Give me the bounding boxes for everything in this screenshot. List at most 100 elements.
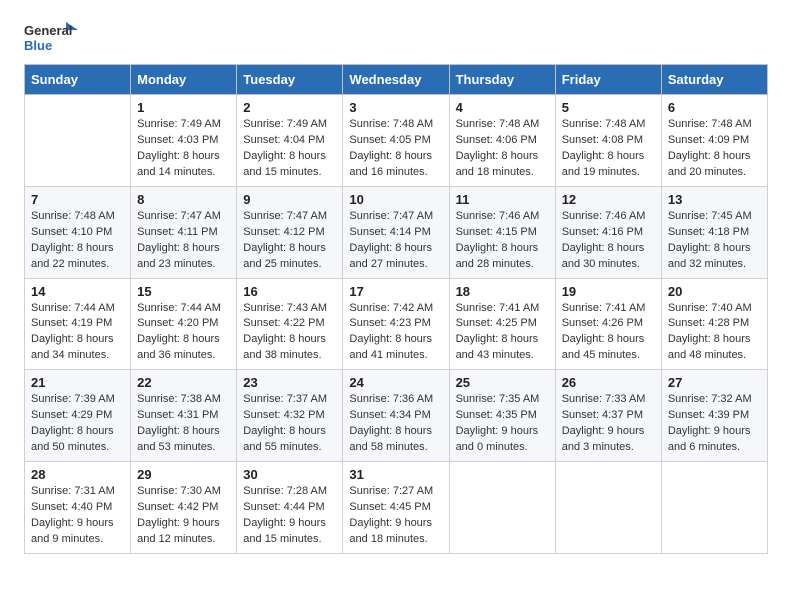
day-info: Sunrise: 7:36 AM Sunset: 4:34 PM Dayligh… (349, 392, 442, 456)
calendar-cell: 26 Sunrise: 7:33 AM Sunset: 4:37 PM Dayli… (555, 370, 661, 462)
calendar-cell: 18 Sunrise: 7:41 AM Sunset: 4:25 PM Dayli… (449, 278, 555, 370)
day-number: 20 (668, 284, 761, 299)
logo-svg: GeneralBlue (24, 20, 84, 56)
day-number: 31 (349, 467, 442, 482)
calendar-cell (661, 462, 767, 554)
svg-text:Blue: Blue (24, 38, 52, 53)
day-number: 27 (668, 375, 761, 390)
calendar-cell: 3 Sunrise: 7:48 AM Sunset: 4:05 PM Daylig… (343, 95, 449, 187)
svg-text:General: General (24, 23, 72, 38)
day-number: 18 (456, 284, 549, 299)
day-info: Sunrise: 7:38 AM Sunset: 4:31 PM Dayligh… (137, 392, 230, 456)
day-info: Sunrise: 7:48 AM Sunset: 4:06 PM Dayligh… (456, 117, 549, 181)
day-info: Sunrise: 7:43 AM Sunset: 4:22 PM Dayligh… (243, 301, 336, 365)
calendar-cell: 21Sunrise: 7:39 AM Sunset: 4:29 PM Dayli… (25, 370, 131, 462)
calendar-cell: 23Sunrise: 7:37 AM Sunset: 4:32 PM Dayli… (237, 370, 343, 462)
calendar-cell: 24 Sunrise: 7:36 AM Sunset: 4:34 PM Dayli… (343, 370, 449, 462)
day-number: 16 (243, 284, 336, 299)
calendar-cell: 9Sunrise: 7:47 AM Sunset: 4:12 PM Daylig… (237, 186, 343, 278)
day-header: Friday (555, 65, 661, 95)
day-number: 23 (243, 375, 336, 390)
day-info: Sunrise: 7:44 AM Sunset: 4:20 PM Dayligh… (137, 301, 230, 365)
calendar-cell: 16 Sunrise: 7:43 AM Sunset: 4:22 PM Dayli… (237, 278, 343, 370)
day-number: 11 (456, 192, 549, 207)
header: GeneralBlue (24, 20, 768, 56)
day-number: 17 (349, 284, 442, 299)
day-header: Wednesday (343, 65, 449, 95)
day-number: 26 (562, 375, 655, 390)
day-number: 2 (243, 100, 336, 115)
day-info: Sunrise: 7:47 AM Sunset: 4:11 PM Dayligh… (137, 209, 230, 273)
calendar-cell: 29Sunrise: 7:30 AM Sunset: 4:42 PM Dayli… (131, 462, 237, 554)
calendar-cell: 19 Sunrise: 7:41 AM Sunset: 4:26 PM Dayli… (555, 278, 661, 370)
calendar-cell: 14 Sunrise: 7:44 AM Sunset: 4:19 PM Dayli… (25, 278, 131, 370)
day-info: Sunrise: 7:40 AM Sunset: 4:28 PM Dayligh… (668, 301, 761, 365)
day-info: Sunrise: 7:48 AM Sunset: 4:08 PM Dayligh… (562, 117, 655, 181)
day-info: Sunrise: 7:44 AM Sunset: 4:19 PM Dayligh… (31, 301, 124, 365)
day-info: Sunrise: 7:28 AM Sunset: 4:44 PM Dayligh… (243, 484, 336, 548)
day-info: Sunrise: 7:41 AM Sunset: 4:25 PM Dayligh… (456, 301, 549, 365)
day-info: Sunrise: 7:33 AM Sunset: 4:37 PM Dayligh… (562, 392, 655, 456)
day-number: 24 (349, 375, 442, 390)
day-header: Saturday (661, 65, 767, 95)
day-info: Sunrise: 7:48 AM Sunset: 4:05 PM Dayligh… (349, 117, 442, 181)
calendar-cell: 28 Sunrise: 7:31 AM Sunset: 4:40 PM Dayli… (25, 462, 131, 554)
day-info: Sunrise: 7:31 AM Sunset: 4:40 PM Dayligh… (31, 484, 124, 548)
day-number: 29 (137, 467, 230, 482)
day-info: Sunrise: 7:35 AM Sunset: 4:35 PM Dayligh… (456, 392, 549, 456)
day-number: 19 (562, 284, 655, 299)
day-number: 4 (456, 100, 549, 115)
day-number: 15 (137, 284, 230, 299)
day-header: Sunday (25, 65, 131, 95)
day-number: 25 (456, 375, 549, 390)
day-number: 30 (243, 467, 336, 482)
day-number: 21 (31, 375, 124, 390)
day-number: 8 (137, 192, 230, 207)
day-info: Sunrise: 7:46 AM Sunset: 4:15 PM Dayligh… (456, 209, 549, 273)
calendar-cell: 20 Sunrise: 7:40 AM Sunset: 4:28 PM Dayli… (661, 278, 767, 370)
calendar-cell: 4 Sunrise: 7:48 AM Sunset: 4:06 PM Daylig… (449, 95, 555, 187)
day-info: Sunrise: 7:42 AM Sunset: 4:23 PM Dayligh… (349, 301, 442, 365)
days-header-row: SundayMondayTuesdayWednesdayThursdayFrid… (25, 65, 768, 95)
day-number: 12 (562, 192, 655, 207)
day-number: 9 (243, 192, 336, 207)
day-header: Tuesday (237, 65, 343, 95)
calendar-cell (25, 95, 131, 187)
calendar-cell: 13 Sunrise: 7:45 AM Sunset: 4:18 PM Dayli… (661, 186, 767, 278)
calendar-cell: 10 Sunrise: 7:47 AM Sunset: 4:14 PM Dayli… (343, 186, 449, 278)
day-info: Sunrise: 7:47 AM Sunset: 4:14 PM Dayligh… (349, 209, 442, 273)
calendar-cell (555, 462, 661, 554)
day-number: 3 (349, 100, 442, 115)
calendar-cell: 11 Sunrise: 7:46 AM Sunset: 4:15 PM Dayli… (449, 186, 555, 278)
calendar-cell: 8 Sunrise: 7:47 AM Sunset: 4:11 PM Daylig… (131, 186, 237, 278)
day-info: Sunrise: 7:45 AM Sunset: 4:18 PM Dayligh… (668, 209, 761, 273)
day-number: 10 (349, 192, 442, 207)
calendar-week-row: 7Sunrise: 7:48 AM Sunset: 4:10 PM Daylig… (25, 186, 768, 278)
day-info: Sunrise: 7:49 AM Sunset: 4:03 PM Dayligh… (137, 117, 230, 181)
day-number: 13 (668, 192, 761, 207)
calendar-cell: 17 Sunrise: 7:42 AM Sunset: 4:23 PM Dayli… (343, 278, 449, 370)
calendar-cell: 15 Sunrise: 7:44 AM Sunset: 4:20 PM Dayli… (131, 278, 237, 370)
day-info: Sunrise: 7:41 AM Sunset: 4:26 PM Dayligh… (562, 301, 655, 365)
calendar-cell: 5 Sunrise: 7:48 AM Sunset: 4:08 PM Daylig… (555, 95, 661, 187)
calendar-cell: 2Sunrise: 7:49 AM Sunset: 4:04 PM Daylig… (237, 95, 343, 187)
day-number: 6 (668, 100, 761, 115)
calendar-cell: 1 Sunrise: 7:49 AM Sunset: 4:03 PM Daylig… (131, 95, 237, 187)
calendar-cell: 25 Sunrise: 7:35 AM Sunset: 4:35 PM Dayli… (449, 370, 555, 462)
day-info: Sunrise: 7:48 AM Sunset: 4:09 PM Dayligh… (668, 117, 761, 181)
day-info: Sunrise: 7:46 AM Sunset: 4:16 PM Dayligh… (562, 209, 655, 273)
day-number: 14 (31, 284, 124, 299)
calendar-cell: 30 Sunrise: 7:28 AM Sunset: 4:44 PM Dayli… (237, 462, 343, 554)
day-number: 28 (31, 467, 124, 482)
calendar-cell: 7Sunrise: 7:48 AM Sunset: 4:10 PM Daylig… (25, 186, 131, 278)
day-header: Monday (131, 65, 237, 95)
calendar-cell (449, 462, 555, 554)
calendar-cell: 22Sunrise: 7:38 AM Sunset: 4:31 PM Dayli… (131, 370, 237, 462)
day-info: Sunrise: 7:27 AM Sunset: 4:45 PM Dayligh… (349, 484, 442, 548)
day-header: Thursday (449, 65, 555, 95)
calendar-cell: 31 Sunrise: 7:27 AM Sunset: 4:45 PM Dayli… (343, 462, 449, 554)
calendar-week-row: 28 Sunrise: 7:31 AM Sunset: 4:40 PM Dayli… (25, 462, 768, 554)
day-number: 1 (137, 100, 230, 115)
day-number: 5 (562, 100, 655, 115)
logo: GeneralBlue (24, 20, 84, 56)
